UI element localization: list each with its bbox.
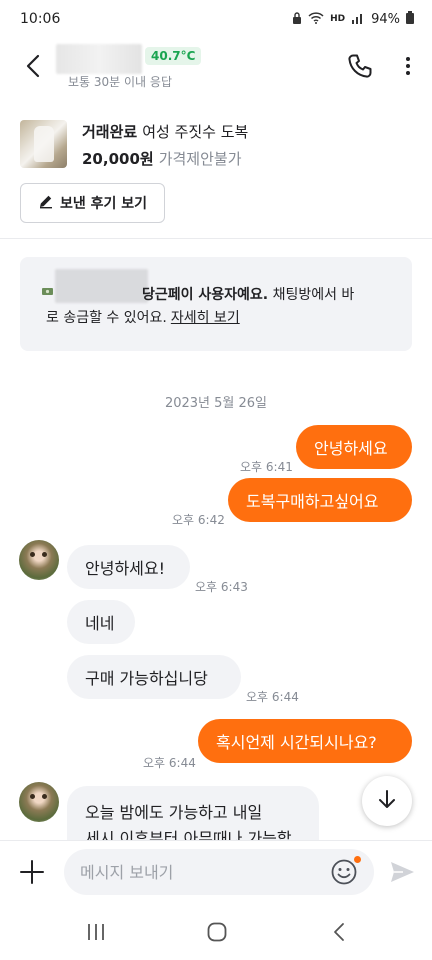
product-thumbnail[interactable]	[20, 120, 67, 168]
pay-notice-line2-text: 로 송금할 수 있어요.	[46, 310, 167, 326]
header-divider	[0, 238, 432, 239]
status-bar: 10:06 HD 94%	[0, 0, 432, 38]
message-time: 오후 6:43	[195, 580, 248, 594]
lock-icon	[292, 11, 302, 27]
date-separator: 2023년 5월 26일	[164, 396, 268, 411]
new-indicator-dot	[354, 856, 361, 863]
battery-percent: 94%	[371, 11, 400, 27]
battery-icon	[406, 11, 414, 27]
emoji-icon[interactable]	[330, 858, 358, 886]
product-price: 20,000원	[82, 150, 154, 168]
message-time: 오후 6:44	[143, 756, 196, 770]
product-info[interactable]: 거래완료 여성 주짓수 도복 20,000원 가격제안불가	[20, 118, 420, 174]
money-icon	[42, 285, 54, 300]
message-input-bar	[0, 840, 432, 902]
back-arrow-icon[interactable]	[20, 52, 48, 80]
pay-detail-link[interactable]: 자세히 보기	[171, 310, 240, 326]
message-time: 오후 6:41	[240, 460, 293, 474]
scroll-to-bottom-button[interactable]	[362, 776, 412, 826]
signal-icon	[351, 12, 365, 27]
product-title: 여성 주짓수 도복	[142, 123, 249, 141]
message-line: 세시 이후부터 아무때나 가능합	[85, 829, 292, 840]
product-title-line: 거래완료 여성 주짓수 도복	[82, 121, 248, 142]
avatar[interactable]	[19, 782, 59, 822]
home-icon[interactable]	[207, 922, 227, 942]
nav-back-icon[interactable]	[330, 922, 350, 942]
message-line: 오늘 밤에도 가능하고 내일	[85, 803, 263, 822]
arrow-down-icon	[375, 787, 399, 815]
pay-notice-line1: 당근페이 사용자예요. 채팅방에서 바	[142, 284, 354, 304]
pay-notice-rest: 채팅방에서 바	[272, 287, 355, 303]
status-time: 10:06	[20, 11, 61, 27]
view-review-button[interactable]: 보낸 후기 보기	[20, 183, 165, 223]
message-bubble-mine[interactable]: 도복구매하고싶어요	[228, 478, 412, 522]
recent-apps-icon[interactable]	[86, 922, 106, 942]
pencil-icon	[38, 193, 54, 213]
response-time-text: 보통 30분 이내 응답	[68, 75, 172, 89]
message-bubble-mine[interactable]: 안녕하세요	[296, 425, 412, 469]
wifi-icon	[308, 11, 324, 27]
send-icon[interactable]	[388, 858, 416, 886]
message-bubble-theirs[interactable]: 구매 가능하십니당	[67, 655, 241, 699]
chat-header: 40.7°C 보통 30분 이내 응답	[0, 38, 432, 96]
message-input[interactable]	[64, 849, 374, 895]
phone-icon[interactable]	[346, 52, 374, 80]
blurred-username[interactable]	[56, 44, 142, 74]
pay-notice-line2: 로 송금할 수 있어요. 자세히 보기	[46, 307, 240, 327]
hd-icon: HD	[330, 14, 346, 24]
pay-notice-bold: 당근페이 사용자예요.	[142, 287, 269, 303]
pay-notice-card: 당근페이 사용자예요. 채팅방에서 바 로 송금할 수 있어요. 자세히 보기	[20, 257, 412, 351]
status-icons: HD 94%	[292, 11, 414, 27]
avatar[interactable]	[19, 540, 59, 580]
message-bubble-theirs[interactable]: 오늘 밤에도 가능하고 내일 세시 이후부터 아무때나 가능합	[67, 786, 319, 840]
message-time: 오후 6:42	[172, 513, 225, 527]
message-time: 오후 6:44	[246, 690, 299, 704]
product-price-line: 20,000원 가격제안불가	[82, 148, 242, 169]
message-bubble-theirs[interactable]: 안녕하세요!	[67, 545, 190, 589]
system-nav-bar	[0, 902, 432, 960]
price-note: 가격제안불가	[158, 150, 242, 168]
plus-icon[interactable]	[18, 858, 46, 886]
trade-status: 거래완료	[82, 123, 138, 141]
message-bubble-theirs[interactable]: 네네	[67, 600, 135, 644]
manner-temperature-badge: 40.7°C	[145, 47, 202, 65]
more-vertical-icon[interactable]	[398, 52, 418, 80]
blurred-username	[55, 269, 148, 303]
view-review-label: 보낸 후기 보기	[59, 196, 148, 212]
message-bubble-mine[interactable]: 혹시언제 시간되시나요?	[198, 719, 412, 763]
